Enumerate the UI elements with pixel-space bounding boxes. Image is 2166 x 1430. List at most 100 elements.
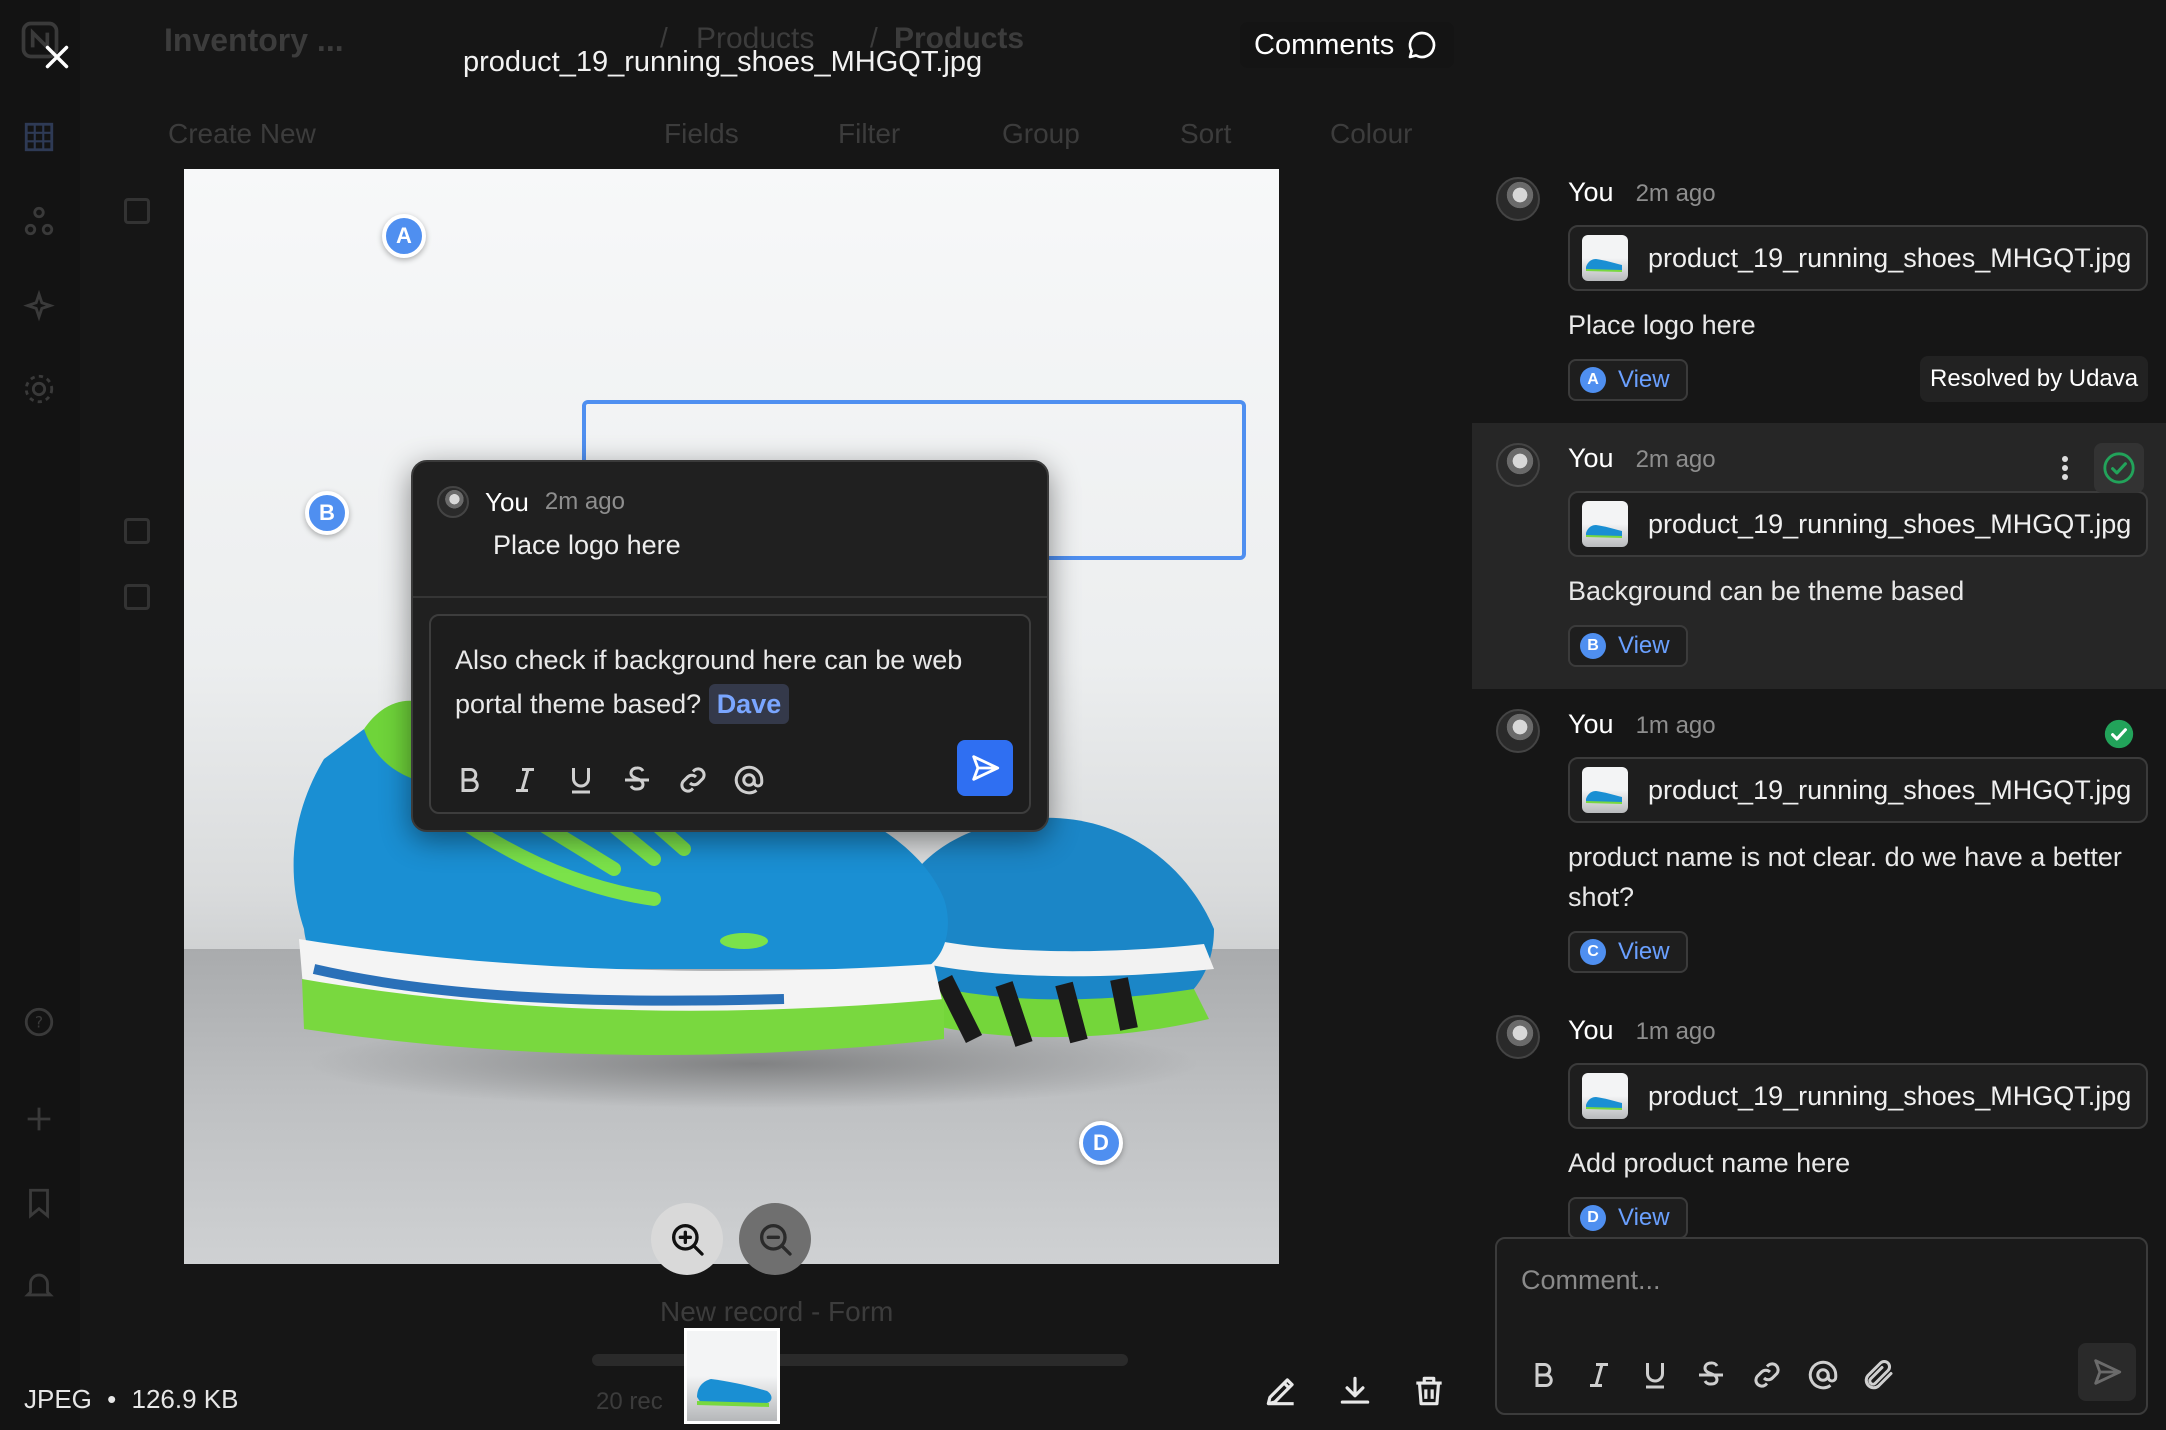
- view-annotation-button[interactable]: D View: [1568, 1197, 1688, 1239]
- reply-input[interactable]: Also check if background here can be web…: [455, 638, 1015, 726]
- reply-send-button[interactable]: [957, 740, 1013, 796]
- comment-time: 2m ago: [1635, 180, 1716, 207]
- mention-icon[interactable]: [731, 762, 767, 798]
- comment-list: You 2m ago product_19_running_shoes_MHGQT…: [1472, 157, 2166, 1261]
- send-icon: [972, 755, 1000, 781]
- comment-composer[interactable]: [1495, 1237, 2148, 1415]
- view-label: View: [1618, 1204, 1670, 1231]
- italic-icon[interactable]: [1581, 1357, 1617, 1393]
- close-icon[interactable]: [38, 38, 76, 76]
- strikethrough-icon[interactable]: [1693, 1357, 1729, 1393]
- marker-badge: C: [1580, 939, 1606, 965]
- comment-actions: [2094, 709, 2144, 759]
- comment-item[interactable]: You 1m ago product_19_running_shoes_MHGQT…: [1472, 995, 2166, 1261]
- bold-icon[interactable]: [1525, 1357, 1561, 1393]
- trash-icon[interactable]: [1410, 1372, 1448, 1410]
- kebab-icon[interactable]: [2050, 450, 2080, 486]
- underline-icon[interactable]: [563, 762, 599, 798]
- comment-send-button[interactable]: [2078, 1343, 2136, 1401]
- link-icon[interactable]: [675, 762, 711, 798]
- view-label: View: [1618, 632, 1670, 659]
- file-type: JPEG: [24, 1384, 92, 1414]
- view-annotation-button[interactable]: A View: [1568, 359, 1688, 401]
- check-circle-icon: [2103, 452, 2135, 484]
- attachment-name: product_19_running_shoes_MHGQT.jpg: [1648, 242, 2132, 273]
- composer-toolbar: [1525, 1357, 1897, 1393]
- thumbnail-track: [592, 1354, 1128, 1366]
- comment-author: You: [1568, 177, 1614, 207]
- view-label: View: [1618, 938, 1670, 965]
- comment-text: Add product name here: [1568, 1148, 1851, 1178]
- comment-item[interactable]: You 1m ago product_19_running_shoes_MHGQT…: [1472, 689, 2166, 995]
- comment-text: Background can be theme based: [1568, 576, 1965, 606]
- attachment-name: product_19_running_shoes_MHGQT.jpg: [1648, 1080, 2132, 1111]
- marker-badge: D: [1580, 1205, 1606, 1231]
- comment-item[interactable]: You 2m ago product_19_running_shoes_MHGQT…: [1472, 423, 2166, 689]
- resolve-button[interactable]: [2094, 443, 2144, 493]
- meta-separator: •: [107, 1384, 117, 1414]
- paperclip-icon[interactable]: [1861, 1357, 1897, 1393]
- comment-actions: [2050, 443, 2144, 493]
- avatar: [437, 486, 469, 518]
- view-annotation-button[interactable]: C View: [1568, 931, 1688, 973]
- comment-input[interactable]: [1521, 1265, 2111, 1296]
- comment-text: Place logo here: [1568, 310, 1756, 340]
- zoom-out-icon: [760, 1224, 792, 1256]
- speech-bubble-icon: [1408, 31, 1436, 59]
- download-icon[interactable]: [1336, 1372, 1374, 1410]
- comments-toggle-label: Comments: [1254, 28, 1395, 61]
- marker-a[interactable]: A: [382, 214, 426, 258]
- zoom-in-icon: [672, 1224, 704, 1256]
- formatting-toolbar: [451, 762, 767, 798]
- resolved-tooltip: Resolved by Udava: [1920, 356, 2149, 402]
- send-icon: [2094, 1359, 2122, 1385]
- check-circle-icon: [2104, 719, 2134, 749]
- avatar: [1496, 443, 1540, 487]
- reply-editor[interactable]: Also check if background here can be web…: [429, 614, 1031, 814]
- thumbnail[interactable]: [684, 1328, 780, 1424]
- attachment-chip[interactable]: product_19_running_shoes_MHGQT.jpg: [1568, 1063, 2148, 1129]
- marker-b[interactable]: B: [305, 491, 349, 535]
- panel-header: [1472, 0, 2166, 157]
- bold-icon[interactable]: [451, 762, 487, 798]
- comment-time: 2m ago: [1635, 446, 1716, 473]
- comment-popup: You 2m ago Place logo here Also check if…: [411, 460, 1049, 832]
- file-meta: JPEG • 126.9 KB: [24, 1384, 238, 1415]
- comments-toggle-button[interactable]: Comments: [1240, 22, 1455, 68]
- popup-comment-text: Place logo here: [493, 530, 681, 560]
- comment-author: You: [1568, 1015, 1614, 1045]
- attachment-chip[interactable]: product_19_running_shoes_MHGQT.jpg: [1568, 757, 2148, 823]
- marker-d[interactable]: D: [1079, 1121, 1123, 1165]
- view-annotation-button[interactable]: B View: [1568, 625, 1688, 667]
- pencil-icon[interactable]: [1262, 1372, 1300, 1410]
- view-label: View: [1618, 366, 1670, 393]
- comment-author: You: [1568, 709, 1614, 739]
- comment-text: product name is not clear. do we have a …: [1568, 842, 2122, 912]
- comment-time: 1m ago: [1635, 1018, 1716, 1045]
- viewer-file-name: product_19_running_shoes_MHGQT.jpg: [463, 46, 983, 78]
- attachment-thumbnail: [1582, 235, 1628, 281]
- zoom-in-button[interactable]: [651, 1203, 723, 1275]
- comment-time: 1m ago: [1635, 712, 1716, 739]
- avatar: [1496, 1015, 1540, 1059]
- attachment-chip[interactable]: product_19_running_shoes_MHGQT.jpg: [1568, 225, 2148, 291]
- popup-divider: [413, 596, 1047, 598]
- avatar: [1496, 177, 1540, 221]
- file-size: 126.9 KB: [131, 1384, 239, 1414]
- underline-icon[interactable]: [1637, 1357, 1673, 1393]
- attachment-name: product_19_running_shoes_MHGQT.jpg: [1648, 774, 2132, 805]
- attachment-name: product_19_running_shoes_MHGQT.jpg: [1648, 508, 2132, 539]
- mention-chip[interactable]: Dave: [708, 684, 790, 724]
- italic-icon[interactable]: [507, 762, 543, 798]
- mention-icon[interactable]: [1805, 1357, 1841, 1393]
- thumbnail-shoe: [697, 1379, 772, 1407]
- strikethrough-icon[interactable]: [619, 762, 655, 798]
- zoom-out-button[interactable]: [739, 1203, 811, 1275]
- popup-time: 2m ago: [544, 488, 625, 515]
- attachment-chip[interactable]: product_19_running_shoes_MHGQT.jpg: [1568, 491, 2148, 557]
- link-icon[interactable]: [1749, 1357, 1785, 1393]
- resolve-button[interactable]: [2094, 709, 2144, 759]
- attachment-thumbnail: [1582, 767, 1628, 813]
- popup-author: You: [485, 486, 529, 517]
- attachment-thumbnail: [1582, 1073, 1628, 1119]
